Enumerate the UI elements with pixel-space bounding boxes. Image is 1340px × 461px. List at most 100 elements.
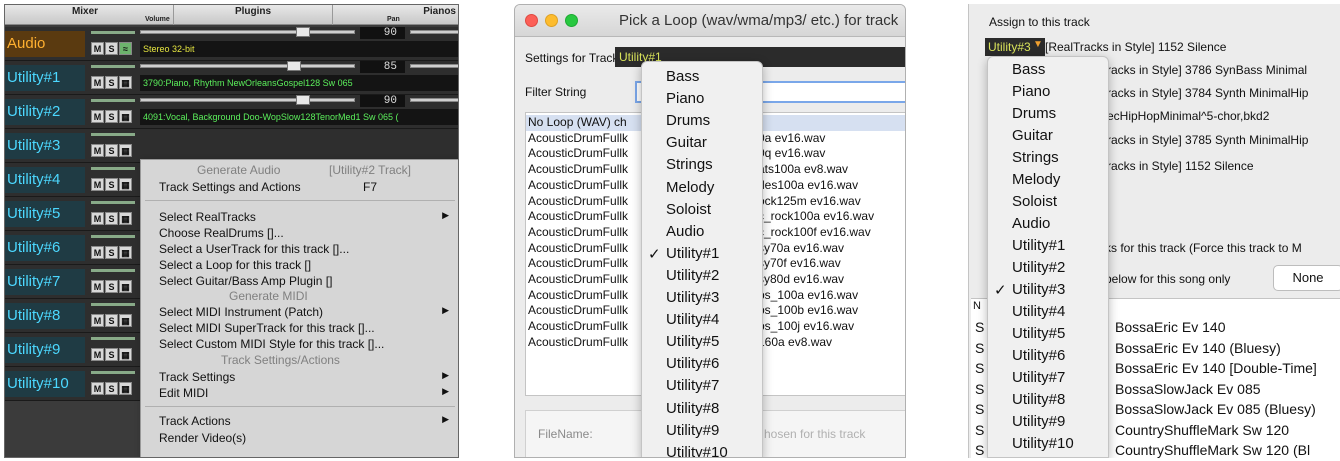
- menu-item-choose-realdrums[interactable]: Choose RealDrums []...: [159, 226, 284, 240]
- track-type-icon[interactable]: ≈: [119, 42, 132, 55]
- track-type-icon[interactable]: ▦: [119, 212, 132, 225]
- dropdown-item[interactable]: Piano: [642, 90, 762, 107]
- realtrack-line[interactable]: racks in Style] 3785 Synth MinimalHip: [1107, 133, 1308, 147]
- track-name[interactable]: Utility#7: [5, 269, 85, 295]
- menu-item-render-video[interactable]: Render Video(s): [159, 431, 246, 445]
- solo-button[interactable]: S: [105, 382, 118, 395]
- menu-item-track-actions[interactable]: Track Actions: [159, 414, 231, 428]
- menu-item-select-loop[interactable]: Select a Loop for this track []: [159, 258, 311, 272]
- realtrack-line[interactable]: [RealTracks in Style] 1152 Silence: [1045, 40, 1226, 54]
- dropdown-item[interactable]: Utility#5: [988, 325, 1108, 342]
- tab-plugins[interactable]: Plugins: [173, 5, 333, 25]
- mute-button[interactable]: M: [91, 246, 104, 259]
- pan-slider[interactable]: [410, 64, 458, 68]
- track-name[interactable]: Utility#1: [5, 65, 85, 91]
- menu-item-select-custom-midi[interactable]: Select Custom MIDI Style for this track …: [159, 337, 384, 351]
- track-type-icon[interactable]: ▦: [119, 314, 132, 327]
- mute-button[interactable]: M: [91, 144, 104, 157]
- dropdown-item[interactable]: Utility#4: [642, 311, 762, 328]
- solo-button[interactable]: S: [105, 144, 118, 157]
- dropdown-item[interactable]: ✓ Utility#1: [642, 245, 762, 263]
- menu-item-select-plugin[interactable]: Select Guitar/Bass Amp Plugin []: [159, 274, 332, 288]
- track-name[interactable]: Utility#2: [5, 99, 85, 125]
- menu-item-select-midi-supertrack[interactable]: Select MIDI SuperTrack for this track []…: [159, 321, 375, 335]
- solo-button[interactable]: S: [105, 76, 118, 89]
- dropdown-item[interactable]: Utility#6: [988, 347, 1108, 364]
- track-type-icon[interactable]: ▦: [119, 110, 132, 123]
- dropdown-item[interactable]: Melody: [988, 171, 1108, 188]
- solo-button[interactable]: S: [105, 178, 118, 191]
- dropdown-item[interactable]: Piano: [988, 83, 1108, 100]
- track-name[interactable]: Utility#5: [5, 201, 85, 227]
- track-name[interactable]: Utility#6: [5, 235, 85, 261]
- track-name[interactable]: Utility#3: [5, 133, 85, 159]
- realtrack-line[interactable]: racks in Style] 3786 SynBass Minimal: [1107, 63, 1307, 77]
- track-type-icon[interactable]: ▦: [119, 246, 132, 259]
- dropdown-item[interactable]: Guitar: [988, 127, 1108, 144]
- dropdown-item[interactable]: Drums: [642, 112, 762, 129]
- track-name[interactable]: Utility#10: [5, 371, 85, 397]
- dropdown-item[interactable]: Utility#2: [642, 267, 762, 284]
- menu-item-select-midi-instrument[interactable]: Select MIDI Instrument (Patch): [159, 305, 323, 319]
- realtrack-line[interactable]: racks in Style] 3784 Synth MinimalHip: [1107, 86, 1308, 100]
- mute-button[interactable]: M: [91, 42, 104, 55]
- solo-button[interactable]: S: [105, 246, 118, 259]
- dropdown-item[interactable]: Guitar: [642, 134, 762, 151]
- dropdown-item[interactable]: Utility#10: [642, 444, 762, 457]
- track-type-icon[interactable]: ▦: [119, 382, 132, 395]
- menu-item-edit-midi[interactable]: Edit MIDI: [159, 386, 208, 400]
- track-type-icon[interactable]: ▦: [119, 178, 132, 191]
- dropdown-item[interactable]: Utility#6: [642, 355, 762, 372]
- mute-button[interactable]: M: [91, 348, 104, 361]
- track-name[interactable]: Utility#8: [5, 303, 85, 329]
- slider-knob[interactable]: [287, 61, 301, 71]
- track-type-icon[interactable]: ▦: [119, 76, 132, 89]
- dropdown-item[interactable]: Strings: [988, 149, 1108, 166]
- dropdown-item[interactable]: Utility#4: [988, 303, 1108, 320]
- solo-button[interactable]: S: [105, 212, 118, 225]
- menu-item-track-settings[interactable]: Track Settings: [159, 370, 235, 384]
- solo-button[interactable]: S: [105, 348, 118, 361]
- pan-slider[interactable]: [410, 30, 458, 34]
- dropdown-item[interactable]: Soloist: [642, 201, 762, 218]
- realtrack-line[interactable]: ecHipHopMinimal^5-chor,bkd2: [1107, 109, 1269, 123]
- mute-button[interactable]: M: [91, 178, 104, 191]
- dropdown-item[interactable]: Melody: [642, 179, 762, 196]
- mute-button[interactable]: M: [91, 212, 104, 225]
- dropdown-item[interactable]: Utility#9: [642, 422, 762, 439]
- mute-button[interactable]: M: [91, 314, 104, 327]
- track-name[interactable]: Audio: [5, 31, 85, 57]
- none-button[interactable]: None: [1273, 265, 1340, 291]
- slider-knob[interactable]: [296, 27, 310, 37]
- dropdown-item[interactable]: Utility#9: [988, 413, 1108, 430]
- dropdown-item[interactable]: Soloist: [988, 193, 1108, 210]
- maximize-window-icon[interactable]: [565, 14, 578, 27]
- mute-button[interactable]: M: [91, 280, 104, 293]
- dropdown-item[interactable]: Utility#7: [642, 377, 762, 394]
- mute-button[interactable]: M: [91, 76, 104, 89]
- dropdown-item[interactable]: Utility#10: [988, 435, 1108, 452]
- track-name[interactable]: Utility#4: [5, 167, 85, 193]
- dropdown-item[interactable]: Bass: [642, 68, 762, 85]
- solo-button[interactable]: S: [105, 280, 118, 293]
- realtrack-line[interactable]: racks in Style] 1152 Silence: [1107, 159, 1254, 173]
- solo-button[interactable]: S: [105, 42, 118, 55]
- track-type-icon[interactable]: ▦: [119, 144, 132, 157]
- dropdown-item[interactable]: Drums: [988, 105, 1108, 122]
- pan-slider[interactable]: [410, 98, 458, 102]
- tab-mixer[interactable]: Mixer: [5, 5, 165, 25]
- slider-knob[interactable]: [296, 95, 310, 105]
- menu-item-select-usertrack[interactable]: Select a UserTrack for this track []...: [159, 242, 349, 256]
- volume-slider[interactable]: [140, 27, 355, 37]
- dropdown-item[interactable]: Audio: [988, 215, 1108, 232]
- track-type-icon[interactable]: ▦: [119, 348, 132, 361]
- chevron-down-icon[interactable]: ▼: [1033, 39, 1043, 50]
- dropdown-item[interactable]: Audio: [642, 223, 762, 240]
- track-type-icon[interactable]: ▦: [119, 280, 132, 293]
- dropdown-item[interactable]: Utility#5: [642, 333, 762, 350]
- menu-item-select-realtracks[interactable]: Select RealTracks: [159, 210, 256, 224]
- dropdown-item[interactable]: Utility#1: [988, 237, 1108, 254]
- solo-button[interactable]: S: [105, 314, 118, 327]
- dropdown-item[interactable]: Utility#7: [988, 369, 1108, 386]
- menu-item-track-settings-actions[interactable]: Track Settings and Actions: [159, 180, 301, 194]
